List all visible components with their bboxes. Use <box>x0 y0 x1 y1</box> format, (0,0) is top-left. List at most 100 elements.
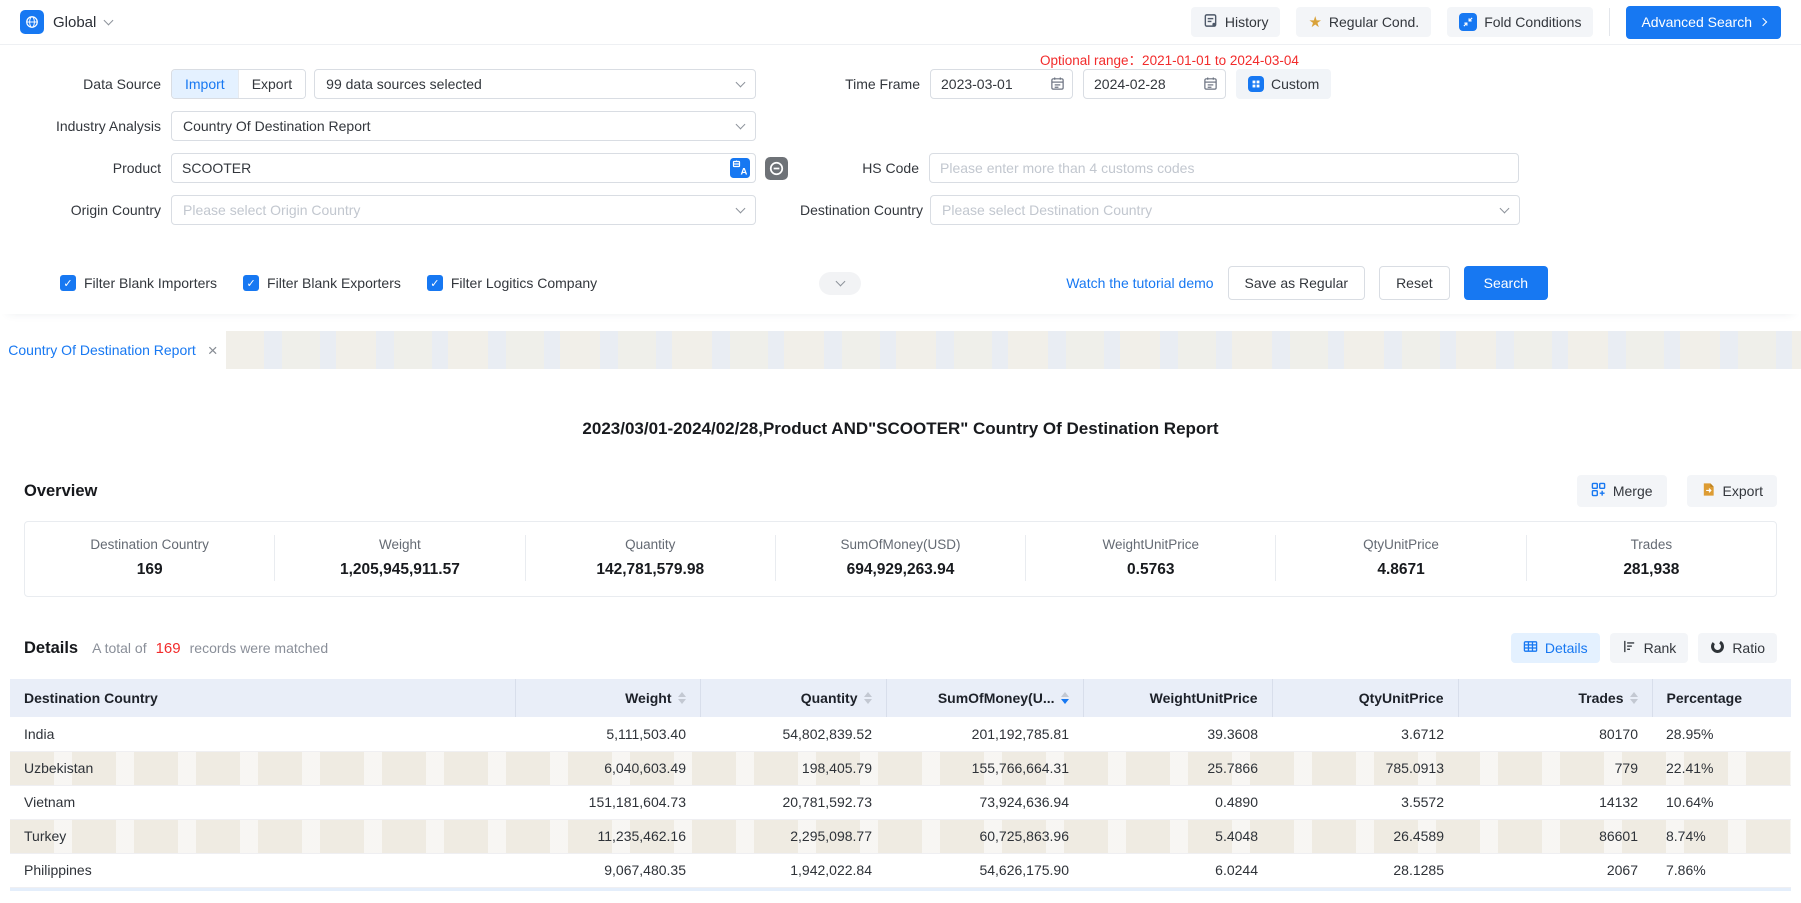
filter-blank-importers-checkbox[interactable]: ✓ Filter Blank Importers <box>60 275 217 291</box>
col-weight-unit-price: WeightUnitPrice <box>1083 679 1272 717</box>
origin-country-select[interactable]: Please select Origin Country <box>171 195 756 225</box>
view-rank-button[interactable]: Rank <box>1610 633 1689 663</box>
cell-country: India <box>10 717 515 751</box>
filter-logitics-company-label: Filter Logitics Company <box>451 275 597 291</box>
cell-trades: 80170 <box>1458 717 1652 751</box>
custom-range-button[interactable]: Custom <box>1236 69 1331 99</box>
cell-sum: 54,626,175.90 <box>886 853 1083 887</box>
regular-cond-button[interactable]: ★ Regular Cond. <box>1296 7 1431 37</box>
reset-button[interactable]: Reset <box>1379 266 1450 300</box>
industry-analysis-select[interactable]: Country Of Destination Report <box>171 111 756 141</box>
table-scroll-strip[interactable] <box>10 888 1791 891</box>
filter-blank-exporters-checkbox[interactable]: ✓ Filter Blank Exporters <box>243 275 401 291</box>
filter-panel: Optional range：2021-01-01 to 2024-03-04 … <box>0 45 1801 314</box>
sort-icon[interactable] <box>1630 692 1638 704</box>
table-row[interactable]: Philippines 9,067,480.35 1,942,022.84 54… <box>10 853 1791 887</box>
cell-percentage: 22.41% <box>1652 751 1791 785</box>
destination-country-label: Destination Country <box>800 202 920 218</box>
details-header: Details A total of 169 records were matc… <box>0 633 1801 663</box>
calendar-icon[interactable] <box>1203 76 1218 91</box>
col-destination-country: Destination Country <box>10 679 515 717</box>
filter-logitics-company-checkbox[interactable]: ✓ Filter Logitics Company <box>427 275 597 291</box>
merge-label: Merge <box>1613 483 1653 499</box>
destination-country-select[interactable]: Please select Destination Country <box>930 195 1520 225</box>
product-label: Product <box>20 160 161 176</box>
total-suffix: records were matched <box>190 640 329 656</box>
hs-code-input[interactable] <box>929 153 1519 183</box>
translate-icon[interactable]: A <box>730 158 750 178</box>
time-frame-label: Time Frame <box>800 76 920 92</box>
merge-button[interactable]: Merge <box>1577 475 1667 507</box>
view-switcher: Details Rank Ratio <box>1511 633 1777 663</box>
merge-icon <box>1591 482 1606 500</box>
sort-icon[interactable] <box>864 692 872 704</box>
stat-weight: Weight 1,205,945,911.57 <box>275 535 525 581</box>
data-source-toggle: Import Export <box>171 69 306 99</box>
cell-quantity: 1,942,022.84 <box>700 853 886 887</box>
col-trades[interactable]: Trades <box>1458 679 1652 717</box>
stat-value: 694,929,263.94 <box>782 561 1019 579</box>
chevron-down-icon <box>104 15 114 25</box>
globe-icon <box>20 10 44 34</box>
calendar-icon[interactable] <box>1050 76 1065 91</box>
col-weight[interactable]: Weight <box>515 679 700 717</box>
col-percentage: Percentage <box>1652 679 1791 717</box>
stat-value: 142,781,579.98 <box>532 561 769 579</box>
destination-country-placeholder: Please select Destination Country <box>942 202 1501 218</box>
export-button[interactable]: Export <box>1687 475 1777 507</box>
tutorial-link[interactable]: Watch the tutorial demo <box>1066 275 1213 291</box>
product-input[interactable] <box>171 153 756 183</box>
similar-search-icon[interactable] <box>765 157 788 180</box>
col-qty-unit-price: QtyUnitPrice <box>1272 679 1458 717</box>
data-sources-select[interactable]: 99 data sources selected <box>314 69 756 99</box>
col-sum-of-money[interactable]: SumOfMoney(U... <box>886 679 1083 717</box>
checkbox-checked-icon: ✓ <box>60 275 76 291</box>
sort-icon-active-desc[interactable] <box>1061 692 1069 704</box>
import-tab[interactable]: Import <box>172 70 238 98</box>
fold-conditions-button[interactable]: Fold Conditions <box>1447 7 1593 37</box>
view-details-button[interactable]: Details <box>1511 633 1600 663</box>
cell-sum: 73,924,636.94 <box>886 785 1083 819</box>
product-field: A <box>171 153 756 183</box>
sort-icon[interactable] <box>678 692 686 704</box>
view-ratio-button[interactable]: Ratio <box>1698 633 1777 663</box>
stat-value: 0.5763 <box>1032 561 1269 579</box>
cell-country: Turkey <box>10 819 515 853</box>
region-selector[interactable]: Global <box>20 10 112 34</box>
advanced-search-button[interactable]: Advanced Search <box>1626 6 1781 39</box>
search-button[interactable]: Search <box>1464 266 1548 300</box>
collapse-panel-button[interactable] <box>819 272 861 295</box>
export-tab[interactable]: Export <box>238 70 305 98</box>
col-quantity[interactable]: Quantity <box>700 679 886 717</box>
overview-header: Overview Merge Export <box>0 475 1801 507</box>
stat-value: 281,938 <box>1533 561 1770 579</box>
stat-label: Weight <box>281 537 518 552</box>
stat-value: 1,205,945,911.57 <box>281 561 518 579</box>
cell-percentage: 7.86% <box>1652 853 1791 887</box>
origin-country-label: Origin Country <box>20 202 161 218</box>
close-icon[interactable]: × <box>208 342 218 359</box>
cell-qty-unit-price: 3.5572 <box>1272 785 1458 819</box>
total-count: 169 <box>156 640 181 657</box>
cell-quantity: 20,781,592.73 <box>700 785 886 819</box>
total-prefix: A total of <box>92 640 146 656</box>
cell-qty-unit-price: 28.1285 <box>1272 853 1458 887</box>
cell-weight-unit-price: 6.0244 <box>1083 853 1272 887</box>
custom-label: Custom <box>1271 76 1319 92</box>
table-row[interactable]: Uzbekistan 6,040,603.49 198,405.79 155,7… <box>10 751 1791 785</box>
cell-weight: 6,040,603.49 <box>515 751 700 785</box>
advanced-search-label: Advanced Search <box>1641 14 1752 30</box>
industry-analysis-label: Industry Analysis <box>20 118 161 134</box>
row-industry: Industry Analysis Country Of Destination… <box>20 111 1801 141</box>
history-button[interactable]: History <box>1191 7 1281 37</box>
chevron-down-icon <box>736 119 746 129</box>
table-row[interactable]: Turkey 11,235,462.16 2,295,098.77 60,725… <box>10 819 1791 853</box>
save-as-regular-button[interactable]: Save as Regular <box>1228 266 1366 300</box>
table-icon <box>1523 639 1538 657</box>
tab-country-of-destination-report[interactable]: Country Of Destination Report × <box>0 331 226 369</box>
table-row[interactable]: India 5,111,503.40 54,802,839.52 201,192… <box>10 717 1791 751</box>
cell-weight: 9,067,480.35 <box>515 853 700 887</box>
cell-sum: 201,192,785.81 <box>886 717 1083 751</box>
table-row[interactable]: Vietnam 151,181,604.73 20,781,592.73 73,… <box>10 785 1791 819</box>
cell-percentage: 8.74% <box>1652 819 1791 853</box>
